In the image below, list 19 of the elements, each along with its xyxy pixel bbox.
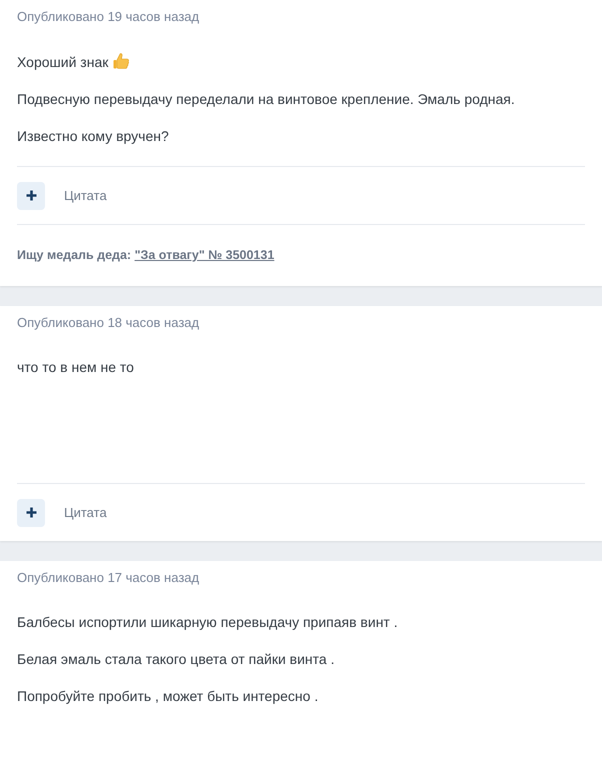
post-text: Подвесную перевыдачу переделали на винтовое крепление. Эмаль родная. — [17, 90, 516, 109]
thumbs-up-icon — [112, 52, 130, 70]
add-quote-button[interactable] — [17, 498, 45, 526]
quote-link[interactable]: Цитата — [64, 186, 107, 206]
signature: Ищу медаль деда: "За отвагу" № 3500131 — [17, 246, 274, 264]
post-text: что то в нем не то — [17, 358, 135, 377]
signature-link[interactable]: "За отвагу" № 3500131 — [134, 248, 274, 262]
post-text: Попробуйте пробить , может быть интересно . — [17, 687, 320, 706]
post-text: Балбесы испортили шикарную перевыдачу припаяв винт . — [17, 613, 399, 632]
add-quote-button[interactable] — [17, 182, 45, 210]
post-text: Известно кому вручен? — [17, 127, 170, 146]
quote-link[interactable]: Цитата — [64, 502, 107, 522]
post-date: Опубликовано 18 часов назад — [17, 314, 200, 331]
post-text: Хороший знак — [17, 52, 585, 72]
plus-icon — [26, 190, 36, 201]
post-date: Опубликовано 19 часов назад — [17, 8, 200, 25]
post-date: Опубликовано 17 часов назад — [17, 569, 200, 586]
post-text: Белая эмаль стала такого цвета от пайки винта . — [17, 650, 336, 669]
plus-icon — [26, 507, 36, 518]
